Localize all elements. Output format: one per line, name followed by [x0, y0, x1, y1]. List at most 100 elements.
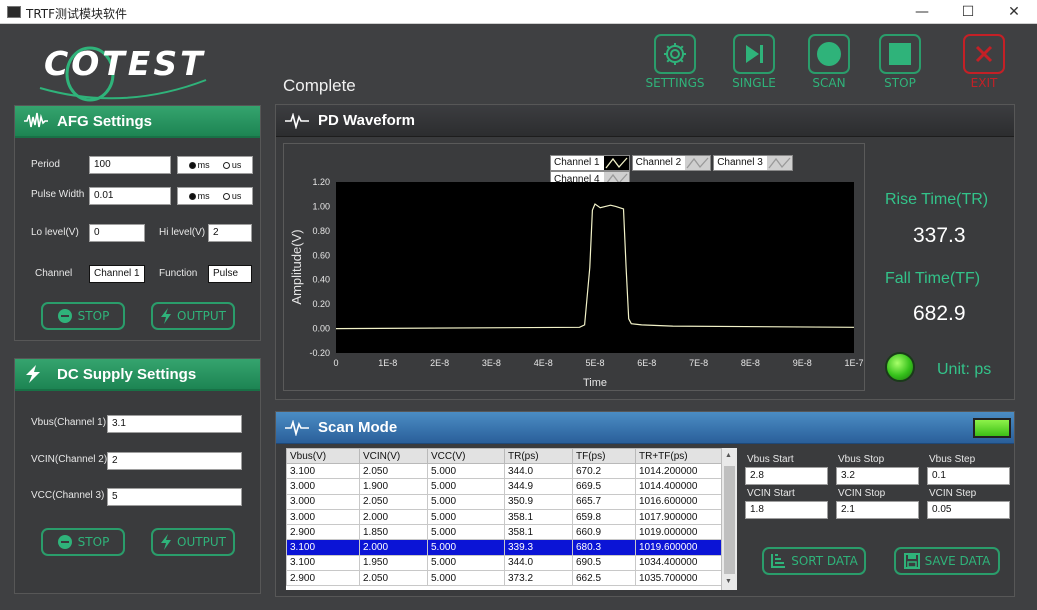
column-header[interactable]: VCC(V) — [427, 448, 505, 464]
table-scrollbar[interactable]: ▲ ▼ — [721, 448, 737, 590]
channel-select[interactable]: Channel 1 — [89, 265, 145, 283]
vcin-label: VCIN(Channel 2) — [31, 454, 108, 465]
vcc-input[interactable]: 5 — [107, 488, 242, 506]
table-cell: 669.5 — [572, 478, 636, 495]
vbus-label: Vbus(Channel 1) — [31, 417, 107, 428]
dc-stop-label: STOP — [77, 535, 110, 549]
table-cell: 1.850 — [359, 524, 428, 541]
afg-stop-button[interactable]: STOP — [41, 302, 125, 330]
table-row[interactable]: 2.900 1.850 5.000 358.1 660.9 1019.000000 — [286, 524, 722, 541]
vcin-step-label: VCIN Step — [929, 488, 977, 499]
column-header[interactable]: TR(ps) — [504, 448, 573, 464]
dc-stop-button[interactable]: STOP — [41, 528, 125, 556]
exit-label: EXIT — [970, 76, 998, 90]
settings-label: SETTINGS — [645, 76, 705, 90]
table-cell: 2.000 — [359, 539, 428, 556]
function-select[interactable]: Pulse — [208, 265, 252, 283]
vcin-start-input[interactable]: 1.8 — [745, 501, 828, 519]
x-tick-label: 4E-8 — [534, 358, 553, 368]
scroll-up-arrow-icon[interactable]: ▲ — [725, 452, 732, 459]
scroll-thumb[interactable] — [724, 466, 735, 574]
table-row[interactable]: 3.000 2.000 5.000 358.1 659.8 1017.900000 — [286, 508, 722, 526]
exit-icon-frame — [963, 34, 1005, 74]
table-row[interactable]: 2.900 2.050 5.000 373.2 662.5 1035.700000 — [286, 570, 722, 587]
column-header[interactable]: TF(ps) — [572, 448, 636, 464]
table-cell: 358.1 — [504, 524, 573, 541]
period-unit-radio[interactable]: ms us — [177, 156, 253, 174]
stop-square-icon — [889, 43, 911, 65]
column-header[interactable]: VCIN(V) — [359, 448, 428, 464]
vcin-stop-input[interactable]: 2.1 — [836, 501, 919, 519]
table-cell: 350.9 — [504, 493, 573, 510]
table-row[interactable]: 3.100 2.000 5.000 339.3 680.3 1019.600000 — [286, 539, 722, 556]
channel-label: Channel — [35, 268, 73, 279]
vbus-step-input[interactable]: 0.1 — [927, 467, 1010, 485]
dc-supply-title: DC Supply Settings — [57, 365, 197, 383]
period-input[interactable]: 100 — [89, 156, 171, 174]
function-label: Function — [159, 268, 198, 279]
exit-button[interactable]: EXIT — [950, 34, 1010, 92]
table-cell: 5.000 — [427, 462, 505, 480]
stop-label: STOP — [884, 76, 916, 90]
afg-settings-header: AFG Settings — [15, 106, 260, 138]
unit-label: Unit: ps — [937, 361, 992, 378]
y-tick-label: -0.20 — [309, 348, 330, 358]
vbus-input[interactable]: 3.1 — [107, 415, 242, 433]
table-cell: 5.000 — [427, 539, 505, 556]
rise-time-value: 337.3 — [913, 224, 966, 247]
y-tick-label: 0.00 — [312, 324, 330, 334]
table-cell: 1017.900000 — [635, 508, 722, 526]
exit-x-icon — [975, 45, 993, 63]
table-cell: 690.5 — [572, 554, 636, 572]
sort-data-button[interactable]: SORT DATA — [762, 547, 866, 575]
table-cell: 680.3 — [572, 539, 636, 556]
single-button[interactable]: SINGLE — [720, 34, 780, 92]
dc-output-button[interactable]: OUTPUT — [151, 528, 235, 556]
sort-data-label: SORT DATA — [791, 554, 858, 568]
period-ms-option[interactable]: ms — [188, 160, 210, 170]
pulse-width-unit-radio[interactable]: ms us — [177, 187, 253, 205]
lo-level-input[interactable]: 0 — [89, 224, 145, 242]
vcin-step-input[interactable]: 0.05 — [927, 501, 1010, 519]
hi-level-label: Hi level(V) — [159, 227, 206, 238]
maximize-icon[interactable]: ☐ — [945, 0, 991, 24]
minimize-icon[interactable]: — — [899, 0, 945, 24]
column-header[interactable]: Vbus(V) — [286, 448, 360, 464]
scroll-down-arrow-icon[interactable]: ▼ — [725, 578, 732, 585]
vcin-stop-label: VCIN Stop — [838, 488, 886, 499]
table-cell: 2.050 — [359, 493, 428, 510]
table-cell: 3.100 — [286, 462, 360, 480]
table-cell: 2.050 — [359, 570, 428, 587]
table-cell: 1019.600000 — [635, 539, 722, 556]
settings-button[interactable]: SETTINGS — [641, 34, 705, 92]
lo-level-label: Lo level(V) — [31, 227, 79, 238]
table-cell: 1016.600000 — [635, 493, 722, 510]
scan-results-table[interactable]: Vbus(V) VCIN(V) VCC(V) TR(ps) TF(ps) TR+TF(ps… — [286, 448, 737, 590]
scan-button[interactable]: SCAN — [795, 34, 855, 92]
period-us-option[interactable]: us — [222, 160, 241, 170]
table-row[interactable]: 3.100 2.050 5.000 344.0 670.2 1014.200000 — [286, 462, 722, 480]
column-header[interactable]: TR+TF(ps) — [635, 448, 722, 464]
table-cell: 1014.200000 — [635, 462, 722, 480]
vbus-stop-input[interactable]: 3.2 — [836, 467, 919, 485]
table-cell: 3.000 — [286, 508, 360, 526]
scan-icon-frame — [808, 34, 850, 74]
afg-output-button[interactable]: OUTPUT — [151, 302, 235, 330]
minus-circle-icon — [57, 534, 73, 550]
x-tick-label: 1E-7 — [844, 358, 863, 368]
hi-level-input[interactable]: 2 — [208, 224, 252, 242]
table-cell: 1.950 — [359, 554, 428, 572]
pulse-us-option[interactable]: us — [222, 191, 241, 201]
close-icon[interactable]: ✕ — [991, 0, 1037, 24]
table-row[interactable]: 3.100 1.950 5.000 344.0 690.5 1034.400000 — [286, 554, 722, 572]
save-data-button[interactable]: SAVE DATA — [894, 547, 1000, 575]
vbus-start-input[interactable]: 2.8 — [745, 467, 828, 485]
table-row[interactable]: 3.000 1.900 5.000 344.9 669.5 1014.400000 — [286, 478, 722, 495]
pulse-width-input[interactable]: 0.01 — [89, 187, 171, 205]
stop-button[interactable]: STOP — [866, 34, 926, 92]
vcin-input[interactable]: 2 — [107, 452, 242, 470]
pulse-ms-option[interactable]: ms — [188, 191, 210, 201]
table-row[interactable]: 3.000 2.050 5.000 350.9 665.7 1016.600000 — [286, 493, 722, 510]
pulse-icon — [284, 112, 312, 129]
table-cell: 344.0 — [504, 462, 573, 480]
